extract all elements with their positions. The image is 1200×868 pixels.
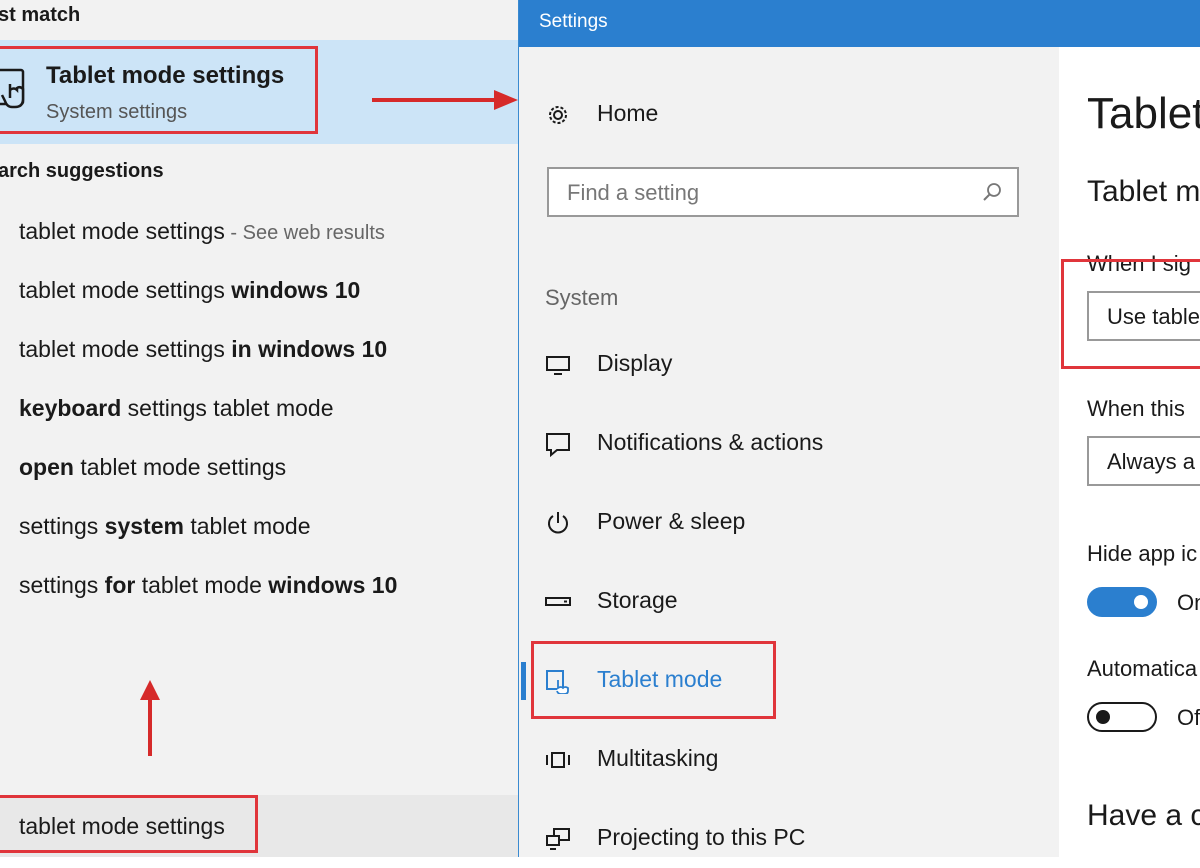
tablet-mode-highlight: [531, 641, 776, 719]
device-switch-label: When this: [1087, 396, 1185, 421]
nav-notifications[interactable]: Notifications & actions: [519, 415, 1059, 473]
start-search-pane: st match Tablet mode settings System set…: [0, 0, 518, 857]
hide-icons-state: On: [1177, 590, 1200, 615]
nav-projecting[interactable]: Projecting to this PC: [519, 810, 1059, 868]
suggestion-item[interactable]: keyboard settings tablet mode: [0, 385, 518, 433]
hide-icons-label: Hide app ic: [1087, 541, 1198, 566]
device-switch-dropdown[interactable]: Always a: [1087, 436, 1200, 486]
nav-group-label: System: [545, 285, 619, 310]
suggestion-item[interactable]: tablet mode settings in windows 10: [0, 326, 518, 374]
search-box-highlight: [0, 795, 258, 853]
suggestion-item[interactable]: tablet mode settings windows 10: [0, 267, 518, 315]
power-icon: [548, 512, 568, 534]
auto-hide-toggle[interactable]: [1087, 702, 1157, 732]
auto-hide-state: Of: [1177, 705, 1200, 730]
notifications-icon: [546, 433, 570, 457]
suggestions-header: arch suggestions: [0, 160, 164, 182]
nav-display[interactable]: Display: [519, 336, 1059, 394]
content-pane: Tablet Tablet m When I sig Use table Whe…: [1059, 47, 1200, 857]
up-arrow-annotation: [140, 680, 160, 756]
settings-window: Settings Home Find a setting System Disp…: [518, 0, 1200, 857]
nav-home-label: Home: [597, 100, 659, 126]
find-setting-placeholder: Find a setting: [567, 180, 700, 205]
nav-home[interactable]: Home: [519, 86, 1059, 144]
suggestion-item[interactable]: tablet mode settings - See web results: [0, 208, 518, 256]
have-question-heading: Have a c: [1087, 799, 1200, 832]
best-match-header: st match: [0, 4, 81, 26]
storage-icon: [545, 597, 571, 606]
auto-hide-label: Automatica: [1087, 656, 1198, 681]
multitasking-icon: [546, 752, 570, 768]
projecting-icon: [546, 828, 570, 850]
display-icon: [546, 356, 570, 375]
title-bar[interactable]: Settings: [519, 0, 1200, 47]
nav-storage[interactable]: Storage: [519, 573, 1059, 631]
window-title: Settings: [539, 11, 608, 32]
suggestion-item[interactable]: settings for tablet mode windows 10: [0, 562, 518, 610]
suggestion-item[interactable]: open tablet mode settings: [0, 444, 518, 492]
hide-icons-toggle[interactable]: [1087, 587, 1157, 617]
search-icon: [983, 183, 1001, 201]
signin-highlight: [1061, 259, 1200, 369]
right-arrow-annotation: [372, 90, 518, 110]
page-title: Tablet: [1087, 89, 1200, 138]
active-indicator: [521, 662, 526, 700]
nav-power-sleep[interactable]: Power & sleep: [519, 494, 1059, 552]
best-match-highlight-box: [0, 46, 318, 134]
settings-nav: Home Find a setting System Display Notif…: [519, 47, 1059, 857]
section-title: Tablet m: [1087, 175, 1200, 208]
nav-multitasking[interactable]: Multitasking: [519, 731, 1059, 789]
gear-icon: [549, 106, 567, 124]
find-setting-input[interactable]: Find a setting: [547, 167, 1019, 217]
suggestion-item[interactable]: settings system tablet mode: [0, 503, 518, 551]
